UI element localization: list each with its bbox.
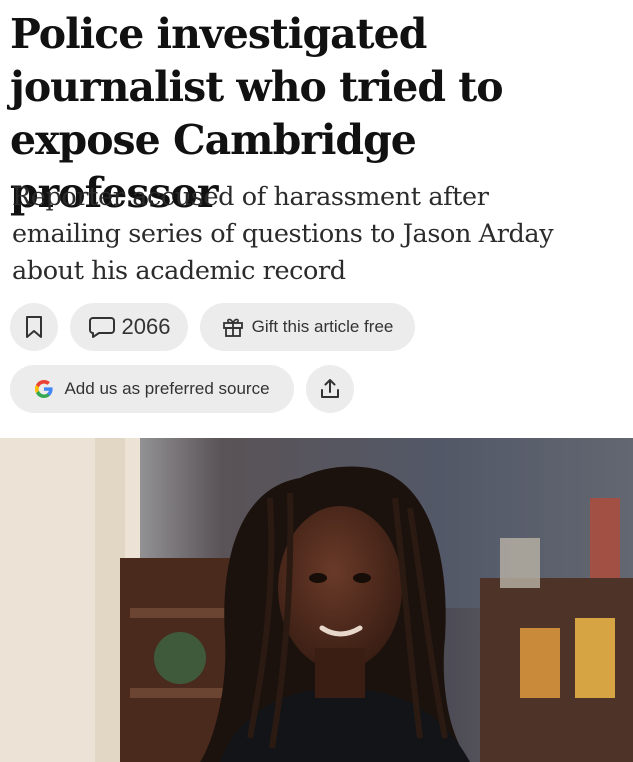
preferred-source-button[interactable]: Add us as preferred source (10, 365, 294, 413)
article-standfirst: Reporter accused of harassment after ema… (12, 179, 624, 290)
gift-article-button[interactable]: Gift this article free (200, 303, 415, 351)
gift-label: Gift this article free (251, 317, 394, 336)
headline-line: Police investigated (10, 10, 427, 58)
bookmark-icon (26, 316, 42, 338)
comment-count: 2066 (121, 314, 171, 339)
share-icon (321, 379, 339, 398)
hero-photo (0, 438, 633, 762)
headline-line: journalist who tried to (10, 63, 504, 111)
standfirst-line: emailing series of questions to Jason Ar… (12, 219, 554, 249)
standfirst-line: Reporter accused of harassment after (12, 182, 489, 212)
standfirst-line: about his academic record (12, 256, 346, 286)
preferred-source-label: Add us as preferred source (64, 379, 270, 398)
google-g-icon (35, 380, 54, 398)
bookmark-button[interactable] (10, 303, 58, 351)
speech-bubble-icon (88, 317, 115, 338)
share-button[interactable] (306, 365, 354, 413)
gift-icon (222, 318, 243, 337)
hero-image (0, 438, 633, 762)
comments-button[interactable]: 2066 (70, 303, 188, 351)
